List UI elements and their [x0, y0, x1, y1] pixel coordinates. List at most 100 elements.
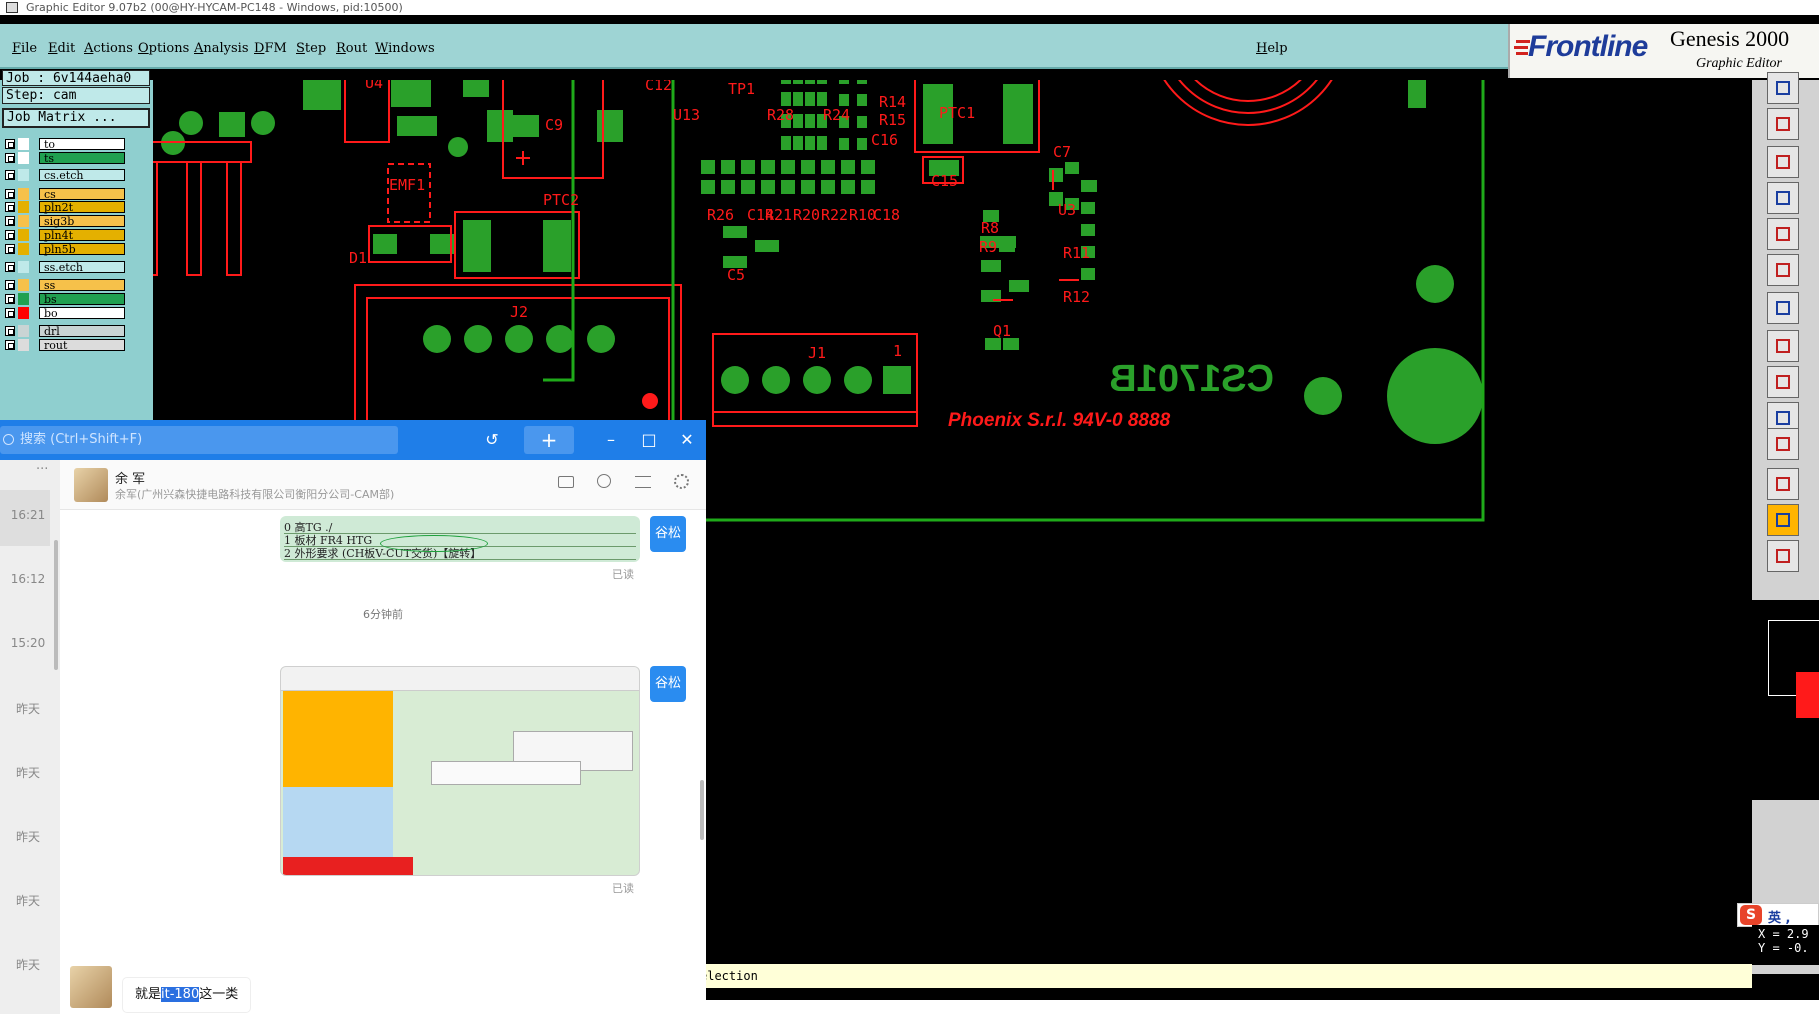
incoming-message[interactable]: 就是it-180这一类	[123, 978, 251, 1012]
my-avatar[interactable]: 谷松	[650, 516, 686, 552]
layer-name[interactable]: drl	[39, 325, 125, 338]
step-name-field[interactable]: Step: cam	[2, 87, 150, 104]
add-member-icon[interactable]	[597, 474, 611, 488]
ime-indicator[interactable]: S 英 ,	[1737, 903, 1819, 927]
layer-checkbox[interactable]	[5, 340, 15, 350]
layer-row[interactable]: ts	[5, 151, 125, 165]
scale-icon[interactable]	[1767, 330, 1799, 362]
minimize-button[interactable]: –	[596, 420, 626, 460]
rotate-icon[interactable]	[1767, 218, 1799, 250]
layer-name[interactable]: pln5b	[39, 243, 125, 256]
layer-row[interactable]: rout	[5, 338, 125, 352]
pointer-icon[interactable]	[1767, 504, 1799, 536]
menu-help[interactable]: Help	[1256, 41, 1288, 56]
close-button[interactable]: ✕	[672, 420, 702, 460]
search-history-icon[interactable]	[635, 476, 651, 488]
layer-checkbox[interactable]	[5, 216, 15, 226]
menu-analysis[interactable]: Analysis	[194, 41, 249, 56]
layer-name[interactable]: ss.etch	[39, 261, 125, 274]
layer-checkbox[interactable]	[5, 230, 15, 240]
layer-color-swatch[interactable]	[18, 152, 29, 164]
layer-row[interactable]: ss.etch	[5, 260, 125, 274]
layer-row[interactable]: to	[5, 137, 125, 151]
layer-name[interactable]: bo	[39, 307, 125, 320]
layer-checkbox[interactable]	[5, 244, 15, 254]
layer-checkbox[interactable]	[5, 308, 15, 318]
layer-color-swatch[interactable]	[18, 307, 29, 319]
layer-color-swatch[interactable]	[18, 279, 29, 291]
layer-row[interactable]: sig3b	[5, 214, 125, 228]
add-button[interactable]: +	[524, 426, 574, 454]
layer-checkbox[interactable]	[5, 202, 15, 212]
layer-row[interactable]: bs	[5, 292, 125, 306]
transform-icon[interactable]	[1767, 292, 1799, 324]
folder-icon[interactable]	[558, 476, 574, 488]
layer-row[interactable]: pln4t	[5, 228, 125, 242]
layer-name[interactable]: cs.etch	[39, 169, 125, 182]
layer-name[interactable]: ts	[39, 152, 125, 165]
menu-file[interactable]: File	[12, 41, 37, 56]
my-avatar[interactable]: 谷松	[650, 666, 686, 702]
job-matrix-button[interactable]: Job Matrix ...	[2, 108, 150, 128]
select-icon[interactable]	[1767, 540, 1799, 572]
layer-row[interactable]: cs.etch	[5, 168, 125, 182]
menu-dfm[interactable]: DFM	[254, 41, 287, 56]
flip-icon[interactable]	[1767, 468, 1799, 500]
history-icon[interactable]: ↺	[472, 420, 512, 460]
layer-checkbox[interactable]	[5, 326, 15, 336]
chat-scrollbar[interactable]	[700, 780, 704, 840]
layer-checkbox[interactable]	[5, 262, 15, 272]
snap-icon[interactable]	[1767, 182, 1799, 214]
layer-color-swatch[interactable]	[18, 325, 29, 337]
menu-edit[interactable]: Edit	[48, 41, 75, 56]
layer-checkbox[interactable]	[5, 280, 15, 290]
settings-icon[interactable]	[674, 474, 689, 489]
chat-search-input[interactable]: 搜索 (Ctrl+Shift+F)	[0, 426, 398, 454]
menu-windows[interactable]: Windows	[375, 41, 435, 56]
layer-color-swatch[interactable]	[18, 215, 29, 227]
pan-icon[interactable]	[1767, 146, 1799, 178]
layer-name[interactable]: to	[39, 138, 125, 151]
layer-row[interactable]: cs	[5, 187, 125, 201]
layer-row[interactable]: drl	[5, 324, 125, 338]
layer-color-swatch[interactable]	[18, 243, 29, 255]
more-icon[interactable]: ···	[36, 462, 48, 477]
layer-color-swatch[interactable]	[18, 169, 29, 181]
menu-options[interactable]: Options	[138, 41, 189, 56]
contact-avatar[interactable]	[74, 468, 108, 502]
layer-color-swatch[interactable]	[18, 201, 29, 213]
layer-name[interactable]: pln2t	[39, 201, 125, 214]
layer-color-swatch[interactable]	[18, 188, 29, 200]
layer-color-swatch[interactable]	[18, 261, 29, 273]
layer-row[interactable]: pln5b	[5, 242, 125, 256]
layer-name[interactable]: rout	[39, 339, 125, 352]
menu-rout[interactable]: Rout	[336, 41, 367, 56]
layer-checkbox[interactable]	[5, 153, 15, 163]
top-view-icon[interactable]	[1767, 72, 1799, 104]
layer-color-swatch[interactable]	[18, 229, 29, 241]
layer-checkbox[interactable]	[5, 139, 15, 149]
layer-row[interactable]: bo	[5, 306, 125, 320]
layer-name[interactable]: ss	[39, 279, 125, 292]
menu-actions[interactable]: Actions	[84, 41, 133, 56]
layer-row[interactable]: pln2t	[5, 200, 125, 214]
contact-avatar[interactable]	[70, 966, 112, 1008]
layer-name[interactable]: pln4t	[39, 229, 125, 242]
layer-name[interactable]: bs	[39, 293, 125, 306]
layer-name[interactable]: cs	[39, 188, 125, 201]
menu-step[interactable]: Step	[296, 41, 326, 56]
zoom-in-icon[interactable]	[1767, 108, 1799, 140]
message-image-sheet[interactable]: 0 高TG ./ 1 板材 FR4 HTG 2 外形要求 (CH板V-CUT交货…	[280, 516, 640, 562]
message-image-excel[interactable]	[280, 666, 640, 876]
measure-icon[interactable]	[1767, 366, 1799, 398]
maximize-button[interactable]: □	[634, 420, 664, 460]
layer-color-swatch[interactable]	[18, 138, 29, 150]
layer-checkbox[interactable]	[5, 170, 15, 180]
layer-checkbox[interactable]	[5, 189, 15, 199]
move-icon[interactable]	[1767, 254, 1799, 286]
strip-scrollbar[interactable]	[54, 540, 58, 670]
layer-name[interactable]: sig3b	[39, 215, 125, 228]
layer-checkbox[interactable]	[5, 294, 15, 304]
layer-row[interactable]: ss	[5, 278, 125, 292]
drc-icon[interactable]	[1767, 428, 1799, 460]
